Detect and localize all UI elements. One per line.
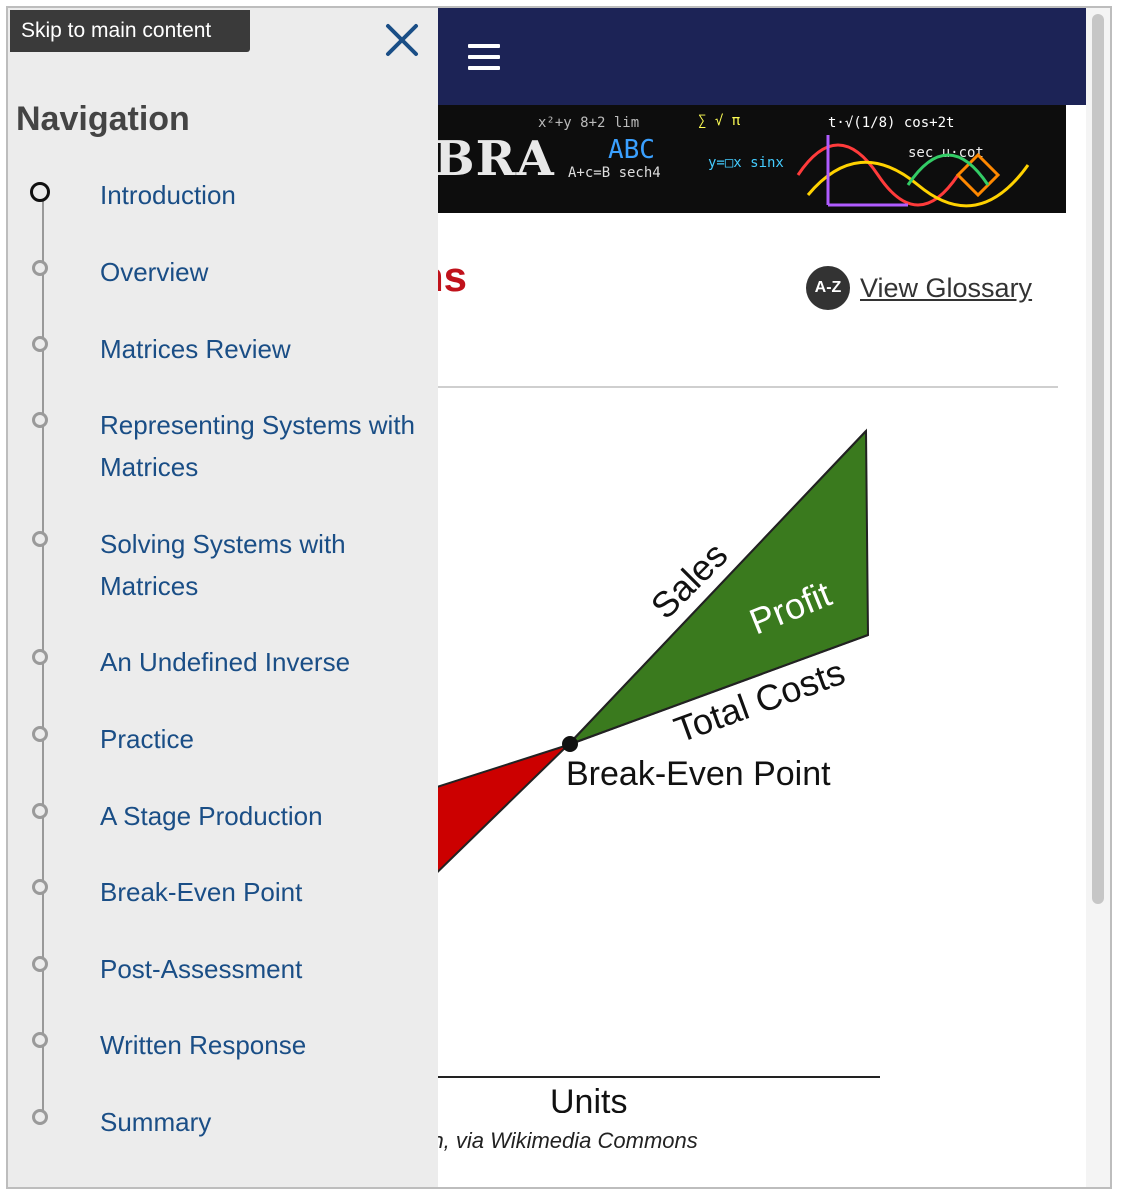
timeline-dot [32,260,48,276]
browser-frame: BRA x²+y 8+2 lim A+c=B sech4 ABC ∑ √ π y… [6,6,1112,1189]
break-even-diagram: Sales Profit Total Costs Break-Even Poin… [418,428,880,1113]
scrollbar-thumb[interactable] [1092,14,1104,904]
view-glossary-link[interactable]: A-Z View Glossary [806,266,1032,310]
loss-area [418,744,569,893]
close-icon[interactable] [384,22,420,58]
timeline-dot [32,1109,48,1125]
nav-item-introduction[interactable]: Introduction [100,174,420,216]
glossary-label: View Glossary [860,272,1033,303]
hamburger-menu-icon[interactable] [468,44,500,74]
nav-item-summary[interactable]: Summary [100,1101,420,1143]
timeline-dot-current [30,182,50,202]
timeline-dot [32,412,48,428]
nav-item-solving-systems[interactable]: Solving Systems with Matrices [100,523,420,607]
nav-item-written-response[interactable]: Written Response [100,1024,420,1066]
banner-curves [796,135,1030,208]
timeline-dot [32,649,48,665]
nav-item-post-assessment[interactable]: Post-Assessment [100,948,420,990]
timeline-dot [32,336,48,352]
nav-item-stage-production[interactable]: A Stage Production [100,795,420,837]
timeline-dot [32,956,48,972]
break-even-point [562,736,578,752]
nav-item-representing-systems[interactable]: Representing Systems with Matrices [100,404,420,488]
nav-item-practice[interactable]: Practice [100,718,420,760]
navigation-heading: Navigation [16,100,190,138]
timeline-dot [32,879,48,895]
timeline-dot [32,803,48,819]
timeline-dot [32,1032,48,1048]
glossary-badge-icon: A-Z [806,266,850,310]
banner-word: BRA [434,131,555,187]
nav-item-overview[interactable]: Overview [100,251,420,293]
image-caption: rth, via Wikimedia Commons [418,1128,698,1153]
skip-to-main-link[interactable]: Skip to main content [10,10,250,52]
navigation-drawer: Skip to main content Navigation Introduc… [8,8,438,1187]
timeline-dot [32,531,48,547]
timeline-dot [32,726,48,742]
nav-item-undefined-inverse[interactable]: An Undefined Inverse [100,641,420,683]
content-divider [418,386,1058,388]
x-axis-label: Units [550,1083,627,1113]
nav-item-matrices-review[interactable]: Matrices Review [100,328,420,370]
nav-item-break-even-point[interactable]: Break-Even Point [100,871,420,913]
break-even-label: Break-Even Point [566,755,831,793]
